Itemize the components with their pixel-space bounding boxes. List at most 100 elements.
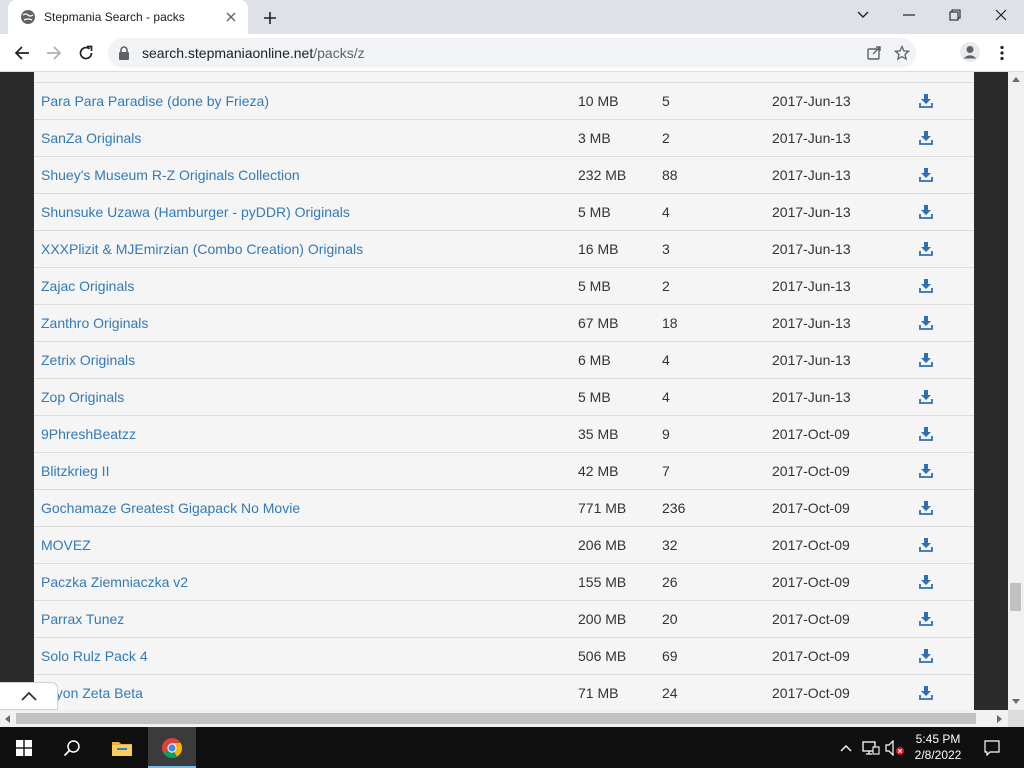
pack-row: Parrax Tunez 200 MB 20 2017-Oct-09 <box>34 600 974 637</box>
tab-search-chevron-icon[interactable] <box>840 0 886 30</box>
share-icon[interactable] <box>860 39 888 67</box>
pack-name-link[interactable]: MOVEZ <box>41 527 91 563</box>
download-icon[interactable] <box>918 305 934 341</box>
scroll-up-arrow-icon[interactable] <box>1008 72 1024 86</box>
pack-name-link[interactable]: Zetrix Originals <box>41 342 135 378</box>
pack-song-count: 26 <box>662 574 678 590</box>
start-windows-icon[interactable] <box>0 727 48 768</box>
pack-name-link[interactable]: Solo Rulz Pack 4 <box>41 638 148 674</box>
pack-name-link[interactable]: 9PhreshBeatzz <box>41 416 136 452</box>
pack-size: 200 MB <box>578 611 627 627</box>
pack-size: 5 MB <box>578 204 611 220</box>
pack-name-link[interactable]: Para Para Paradise (done by Frieza) <box>41 83 269 119</box>
system-clock[interactable]: 5:45 PM 2/8/2022 <box>904 731 972 763</box>
pack-name-link[interactable]: SanZa Originals <box>41 120 141 156</box>
pack-name-link[interactable]: Shunsuke Uzawa (Hamburger - pyDDR) Origi… <box>41 194 350 230</box>
scroll-right-arrow-icon[interactable] <box>992 710 1006 727</box>
reload-button[interactable] <box>72 39 100 67</box>
download-icon[interactable] <box>918 564 934 600</box>
pack-size: 5 MB <box>578 389 611 405</box>
pack-name-link[interactable]: Zanthro Originals <box>41 305 148 341</box>
pack-row: SanZa Originals 3 MB 2 2017-Jun-13 <box>34 119 974 156</box>
pack-size: 232 MB <box>578 167 627 183</box>
scroll-left-arrow-icon[interactable] <box>0 710 14 727</box>
download-icon[interactable] <box>918 527 934 563</box>
tray-expand-chevron-icon[interactable] <box>836 727 856 768</box>
tab-stepmania-search[interactable]: Stepmania Search - packs <box>8 0 248 34</box>
horizontal-scrollbar-thumb[interactable] <box>16 713 976 724</box>
pack-name-link[interactable]: Shuey's Museum R-Z Originals Collection <box>41 157 300 193</box>
pack-row: Zetrix Originals 6 MB 4 2017-Jun-13 <box>34 341 974 378</box>
pack-size: 5 MB <box>578 278 611 294</box>
pack-song-count: 88 <box>662 167 678 183</box>
network-icon[interactable] <box>860 727 882 768</box>
pack-size: 206 MB <box>578 537 627 553</box>
pack-name-link[interactable]: Zajac Originals <box>41 268 134 304</box>
download-icon[interactable] <box>918 194 934 230</box>
pack-name-link[interactable]: Parrax Tunez <box>41 601 124 637</box>
pack-date: 2017-Jun-13 <box>772 315 851 331</box>
pack-size: 42 MB <box>578 463 619 479</box>
pack-song-count: 69 <box>662 648 678 664</box>
minimize-button[interactable] <box>886 0 932 30</box>
pack-date: 2017-Oct-09 <box>772 463 850 479</box>
bookmark-star-icon[interactable] <box>888 39 916 67</box>
pack-row: chyon Zeta Beta 71 MB 24 2017-Oct-09 <box>34 674 974 710</box>
search-icon[interactable] <box>48 727 96 768</box>
back-button[interactable] <box>8 39 36 67</box>
download-icon[interactable] <box>918 120 934 156</box>
download-icon[interactable] <box>918 342 934 378</box>
file-explorer-folder-icon[interactable] <box>98 727 146 768</box>
download-icon[interactable] <box>918 83 934 119</box>
volume-muted-icon[interactable] <box>884 727 906 768</box>
pack-row: Solo Rulz Pack 4 506 MB 69 2017-Oct-09 <box>34 637 974 674</box>
pack-name-link[interactable]: Blitzkrieg II <box>41 453 109 489</box>
pack-date: 2017-Oct-09 <box>772 611 850 627</box>
close-tab-icon[interactable] <box>222 8 240 26</box>
notifications-icon[interactable] <box>978 727 1006 768</box>
download-icon[interactable] <box>918 453 934 489</box>
pack-size: 3 MB <box>578 130 611 146</box>
pack-song-count: 3 <box>662 241 670 257</box>
vertical-scrollbar-thumb[interactable] <box>1010 583 1021 611</box>
chrome-icon[interactable] <box>148 727 196 768</box>
pack-song-count: 20 <box>662 611 678 627</box>
restore-button[interactable] <box>932 0 978 30</box>
back-to-top-button[interactable] <box>0 682 58 710</box>
browser-toolbar: search.stepmaniaonline.net/packs/z <box>0 34 1024 72</box>
forward-button[interactable] <box>40 39 68 67</box>
pack-size: 771 MB <box>578 500 627 516</box>
close-window-button[interactable] <box>978 0 1024 30</box>
clock-date: 2/8/2022 <box>914 748 962 762</box>
pack-name-link[interactable]: Gochamaze Greatest Gigapack No Movie <box>41 490 300 526</box>
download-icon[interactable] <box>918 379 934 415</box>
pack-row: Gochamaze Greatest Gigapack No Movie 771 … <box>34 489 974 526</box>
chevron-up-icon <box>20 691 37 701</box>
profile-avatar-icon[interactable] <box>957 39 983 65</box>
pack-song-count: 18 <box>662 315 678 331</box>
lock-icon[interactable] <box>118 46 132 60</box>
download-icon[interactable] <box>918 601 934 637</box>
url-domain: search.stepmaniaonline.net <box>142 45 314 61</box>
pack-size: 67 MB <box>578 315 619 331</box>
vertical-scrollbar[interactable] <box>1008 72 1024 710</box>
download-icon[interactable] <box>918 638 934 674</box>
url-text[interactable]: search.stepmaniaonline.net/packs/z <box>142 45 860 61</box>
download-icon[interactable] <box>918 231 934 267</box>
pack-name-link[interactable]: Paczka Ziemniaczka v2 <box>41 564 188 600</box>
download-icon[interactable] <box>918 490 934 526</box>
pack-name-link[interactable]: Zop Originals <box>41 379 124 415</box>
address-bar[interactable]: search.stepmaniaonline.net/packs/z <box>108 38 916 68</box>
pack-name-link[interactable]: XXXPlizit & MJEmirzian (Combo Creation) … <box>41 231 363 267</box>
pack-date: 2017-Oct-09 <box>772 537 850 553</box>
new-tab-button[interactable] <box>258 6 282 30</box>
download-icon[interactable] <box>918 675 934 710</box>
download-icon[interactable] <box>918 268 934 304</box>
pack-date: 2017-Jun-13 <box>772 93 851 109</box>
kebab-menu-icon[interactable] <box>990 39 1014 67</box>
pack-date: 2017-Jun-13 <box>772 130 851 146</box>
download-icon[interactable] <box>918 157 934 193</box>
scrollbar-corner <box>1008 710 1024 727</box>
scroll-down-arrow-icon[interactable] <box>1008 694 1024 708</box>
download-icon[interactable] <box>918 416 934 452</box>
